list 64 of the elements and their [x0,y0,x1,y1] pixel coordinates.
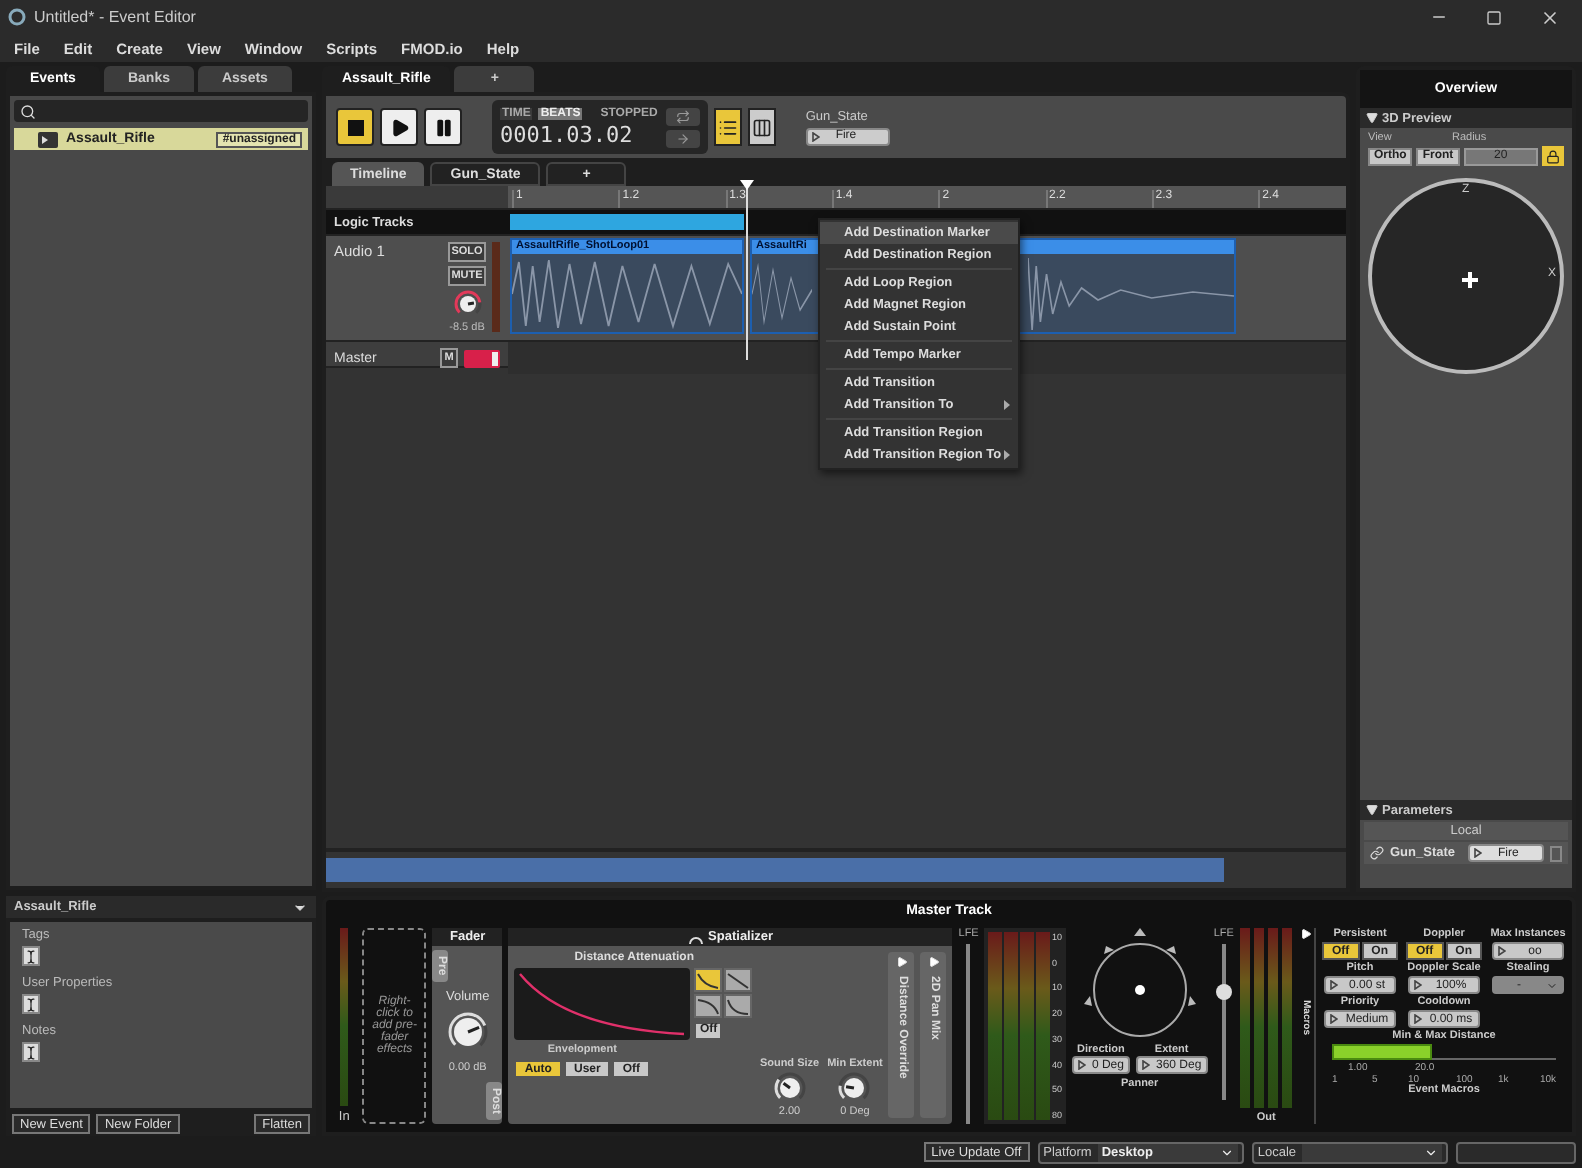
app-icon [8,8,26,26]
play-icon [1300,928,1313,940]
curve-button[interactable] [694,968,723,992]
playhead-icon [740,180,754,190]
listener-icon [1462,272,1478,288]
pause-button[interactable] [424,108,462,146]
pause-icon [433,117,453,137]
arrow-icon [1474,848,1482,858]
search-field[interactable] [14,100,308,122]
arrow-icon [1414,1014,1422,1024]
close-icon [1540,7,1560,27]
stop-button[interactable] [336,108,374,146]
loop-toggle[interactable] [665,107,700,125]
collapse-icon [1366,112,1378,124]
arrow-icon [811,131,820,141]
parameter-checkbox[interactable] [1550,845,1562,861]
curve-button[interactable] [724,994,753,1019]
text-edit-button[interactable] [22,1042,40,1062]
submenu-arrow-icon [1004,450,1010,460]
sound-size-knob[interactable] [773,1072,806,1104]
loop-icon [675,109,690,123]
arrow-icon [1077,1060,1086,1070]
curve-button[interactable] [724,968,753,992]
curve-icon [726,970,751,990]
play-icon [927,956,940,968]
master-fader [464,349,500,367]
maximize-icon [1486,9,1502,25]
collapse-icon [1366,804,1378,816]
curve-button[interactable] [694,994,723,1019]
submenu-arrow-icon [1004,400,1010,410]
link-icon [1370,846,1384,860]
lfe-slider-thumb[interactable] [1215,983,1232,999]
text-edit-button[interactable] [22,946,40,966]
text-edit-button[interactable] [22,994,40,1014]
arrow-icon [1141,1060,1150,1070]
dropdown-icon [1424,1145,1438,1159]
arrow-icon [1498,946,1506,956]
stop-icon [347,119,363,135]
play-icon [389,117,409,137]
lock-button[interactable] [1542,146,1564,166]
arrow-icon [1330,980,1338,990]
window-title: Untitled* - Event Editor [34,8,196,26]
arrow-right-icon [675,131,690,145]
columns-icon [751,117,772,137]
follow-toggle[interactable] [665,129,700,147]
arrow-icon [1414,980,1422,990]
search-icon [20,103,36,119]
play-button[interactable] [380,108,418,146]
dropdown-icon [1219,1145,1234,1159]
track-meter [492,242,500,332]
event-icon [38,131,58,147]
view-toggle[interactable] [747,108,776,146]
min-extent-knob[interactable] [838,1072,871,1104]
volume-knob[interactable] [453,290,481,318]
curve-icon [696,996,721,1017]
spatializer-icon [688,931,705,943]
arrow-icon [1330,1014,1338,1024]
curve-icon [726,996,751,1017]
dropdown-icon [1546,979,1558,991]
timeline-position: 0001.03.02 [500,121,635,147]
play-icon [895,956,908,968]
curve-icon [696,970,721,990]
view-toggle[interactable] [713,108,742,146]
status-field [1456,1141,1576,1163]
